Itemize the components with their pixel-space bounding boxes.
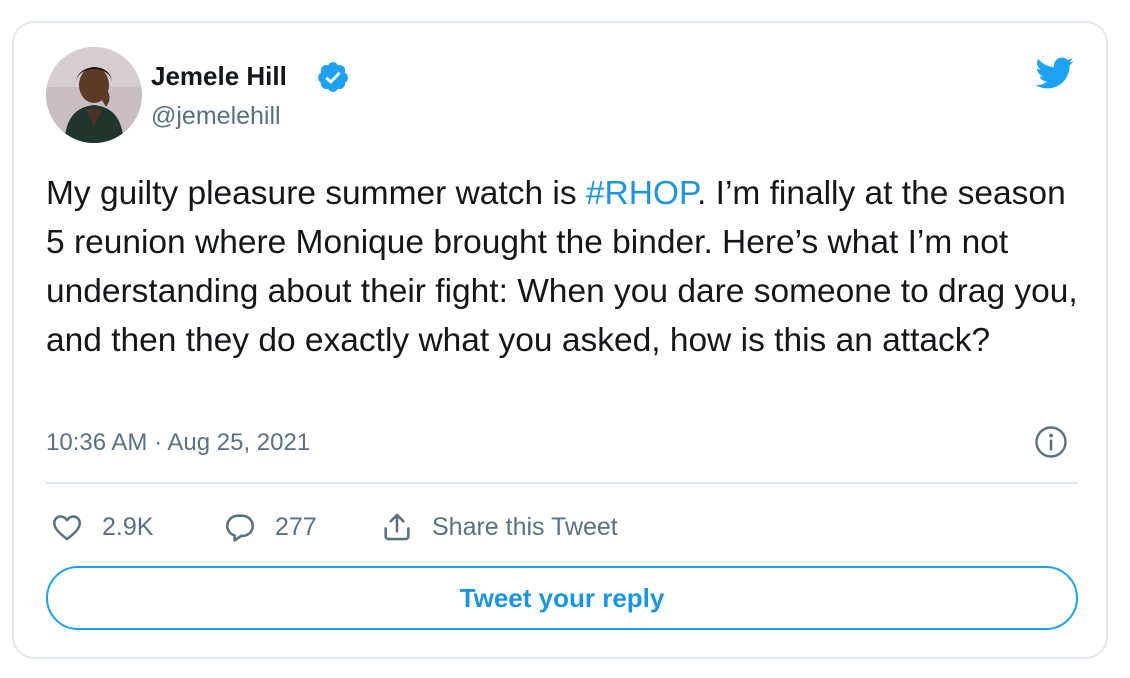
tweet-text: My guilty pleasure summer watch is #RHOP… — [46, 169, 1086, 365]
share-button[interactable]: Share this Tweet — [380, 509, 618, 545]
info-icon[interactable] — [1034, 425, 1068, 459]
speech-bubble-icon — [225, 514, 255, 542]
reply-button[interactable]: 277 — [223, 509, 317, 545]
tweet-card: Jemele Hill @jemelehill My guilty pleasu… — [12, 21, 1108, 659]
share-label: Share this Tweet — [432, 512, 618, 541]
share-icon — [384, 513, 410, 541]
divider — [46, 482, 1078, 484]
verified-badge-icon — [318, 62, 348, 92]
like-button[interactable]: 2.9K — [50, 509, 153, 545]
heart-icon — [52, 515, 82, 541]
user-handle[interactable]: @jemelehill — [151, 100, 281, 132]
like-count: 2.9K — [102, 512, 154, 541]
tweet-text-part: My guilty pleasure summer watch is — [46, 175, 586, 212]
avatar[interactable] — [46, 47, 142, 143]
tweet-your-reply-button[interactable]: Tweet your reply — [46, 566, 1078, 630]
display-name[interactable]: Jemele Hill — [151, 60, 287, 92]
hashtag-link[interactable]: #RHOP — [586, 175, 697, 212]
twitter-bird-icon[interactable] — [1030, 53, 1078, 93]
timestamp[interactable]: 10:36 AM · Aug 25, 2021 — [46, 427, 310, 459]
reply-count: 277 — [275, 512, 317, 541]
